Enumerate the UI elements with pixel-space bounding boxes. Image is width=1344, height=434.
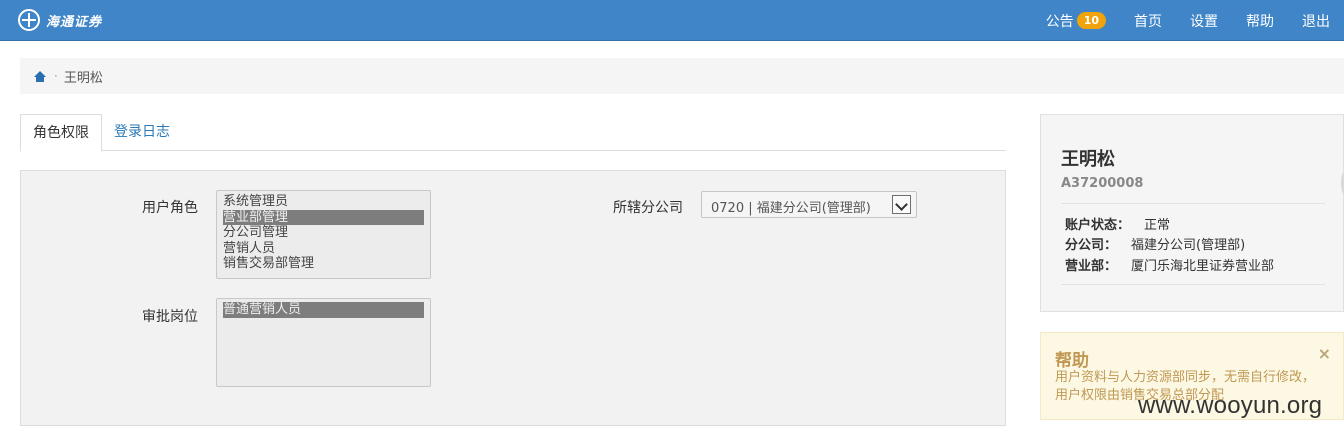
- user-role-option[interactable]: 分公司管理: [223, 225, 424, 241]
- user-profile-card: 王明松 A37200008 账户状态： 正常 分公司： 福建分公司(管理部) 营业部…: [1040, 114, 1344, 312]
- approval-post-option-selected[interactable]: 普通营销人员: [223, 302, 424, 318]
- tab-bar: 角色权限 登录日志: [20, 114, 1006, 152]
- nav-notice[interactable]: 公告 10: [1046, 11, 1106, 31]
- nav-settings[interactable]: 设置: [1190, 11, 1218, 31]
- profile-row-office: 营业部： 厦门乐海北里证券营业部: [1065, 255, 1274, 274]
- profile-account-id: A37200008: [1061, 176, 1144, 191]
- profile-row-key: 分公司：: [1065, 238, 1118, 253]
- role-permission-panel: 用户角色 系统管理员 营业部管理 分公司管理 营销人员 销售交易部管理 审批岗位…: [20, 170, 1006, 426]
- nav-logout[interactable]: 退出: [1302, 11, 1330, 31]
- top-navbar: 海通证券 公告 10 首页 设置 帮助 退出: [0, 0, 1344, 41]
- chevron-down-icon[interactable]: [892, 195, 911, 214]
- breadcrumb-separator: ·: [54, 69, 58, 83]
- brand-name: 海通证券: [46, 14, 103, 30]
- notice-count-badge: 10: [1076, 12, 1106, 29]
- tab-role-permissions[interactable]: 角色权限: [20, 114, 102, 152]
- tab-login-log[interactable]: 登录日志: [102, 114, 182, 151]
- watermark-text: www.wooyun.org: [1138, 392, 1323, 419]
- profile-divider: [1061, 284, 1325, 285]
- branch-select[interactable]: 0720 | 福建分公司(管理部): [701, 191, 917, 218]
- profile-row-key: 账户状态：: [1065, 218, 1131, 233]
- close-icon[interactable]: ×: [1318, 344, 1331, 363]
- profile-row-value: 福建分公司(管理部): [1131, 238, 1246, 253]
- user-role-option[interactable]: 营销人员: [223, 241, 424, 257]
- branch-label: 所辖分公司: [613, 200, 683, 216]
- profile-row-value: 厦门乐海北里证券营业部: [1131, 259, 1275, 274]
- profile-name: 王明松: [1061, 149, 1115, 170]
- profile-row-key: 营业部：: [1065, 259, 1118, 274]
- home-icon[interactable]: [34, 70, 46, 82]
- user-role-option[interactable]: 销售交易部管理: [223, 256, 424, 272]
- branch-select-value: 0720 | 福建分公司(管理部): [711, 201, 871, 216]
- top-nav-menu: 公告 10 首页 设置 帮助 退出: [1046, 0, 1344, 41]
- approval-post-label: 审批岗位: [142, 309, 198, 325]
- brand-logo[interactable]: 海通证券: [18, 8, 102, 32]
- profile-row-status: 账户状态： 正常: [1065, 214, 1170, 233]
- nav-home[interactable]: 首页: [1134, 11, 1162, 31]
- nav-help[interactable]: 帮助: [1246, 11, 1274, 31]
- user-role-label: 用户角色: [142, 200, 198, 216]
- help-title: 帮助: [1055, 351, 1089, 371]
- profile-row-branch: 分公司： 福建分公司(管理部): [1065, 234, 1245, 253]
- profile-row-value: 正常: [1144, 218, 1171, 233]
- user-role-listbox[interactable]: 系统管理员 营业部管理 分公司管理 营销人员 销售交易部管理: [216, 190, 431, 279]
- approval-post-listbox[interactable]: 普通营销人员: [216, 298, 431, 387]
- breadcrumb: · 王明松: [20, 58, 1344, 94]
- nav-notice-label: 公告: [1045, 13, 1074, 30]
- user-role-option-selected[interactable]: 营业部管理: [223, 209, 424, 226]
- breadcrumb-current: 王明松: [63, 70, 103, 86]
- brand-logo-icon: [18, 9, 40, 31]
- profile-divider: [1061, 203, 1325, 204]
- user-role-option[interactable]: 系统管理员: [223, 194, 424, 210]
